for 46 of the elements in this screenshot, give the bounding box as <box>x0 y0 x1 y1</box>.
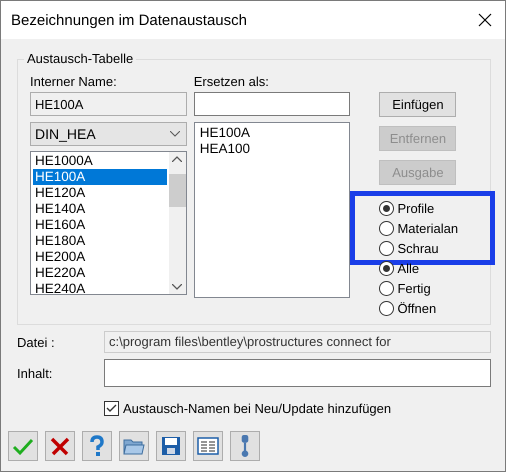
field-label: Ersetzen als: <box>194 74 270 91</box>
radio-option[interactable]: Profile <box>379 198 478 218</box>
toolbar-button[interactable] <box>230 431 260 461</box>
content-field[interactable] <box>104 359 491 387</box>
action-button[interactable]: Einfügen <box>379 92 456 117</box>
list-item[interactable]: HE100A <box>198 125 346 141</box>
field-label: Datei : <box>17 334 56 350</box>
close-icon[interactable] <box>477 12 493 28</box>
cross-icon <box>49 435 71 457</box>
list-item[interactable]: HE200A <box>33 249 167 265</box>
field-label: Interner Name: <box>30 74 118 91</box>
scrollbar[interactable] <box>168 152 186 294</box>
add-names-checkbox[interactable]: Austausch-Namen bei Neu/Update hinzufügen <box>104 401 491 416</box>
list-item[interactable]: HE1000A <box>33 153 167 169</box>
list-item[interactable]: HEA100 <box>198 141 346 157</box>
list-item[interactable]: HE180A <box>33 233 167 249</box>
radio-option[interactable]: Öffnen <box>379 298 478 318</box>
pin-icon <box>241 435 249 457</box>
scroll-up-icon[interactable] <box>172 156 182 162</box>
radio-option[interactable]: Alle <box>379 258 478 278</box>
toolbar-button[interactable] <box>156 431 186 461</box>
list-icon <box>197 435 219 457</box>
group-title: Austausch-Tabelle <box>24 51 136 66</box>
list-item[interactable]: HE100A <box>33 169 167 185</box>
replace-as-field[interactable] <box>194 92 350 116</box>
list-item[interactable]: HE240A <box>33 281 167 294</box>
toolbar-button[interactable] <box>193 431 223 461</box>
list-item[interactable]: HE140A <box>33 201 167 217</box>
field-label: Inhalt: <box>17 366 54 380</box>
radio-option[interactable]: Materialan <box>379 218 478 238</box>
radio-option[interactable]: Schrau <box>379 238 478 258</box>
toolbar-button[interactable] <box>45 431 75 461</box>
internal-name-field[interactable]: HE100A <box>30 92 187 116</box>
toolbar-button[interactable] <box>119 431 149 461</box>
caret-icon <box>170 131 180 137</box>
profile-table-dropdown[interactable]: DIN_HEA <box>30 122 187 146</box>
scroll-down-icon[interactable] <box>172 284 182 290</box>
window-title: Bezeichnungen im Datenaustausch <box>11 12 247 28</box>
list-item[interactable]: HE220A <box>33 265 167 281</box>
list-item[interactable]: HE160A <box>33 217 167 233</box>
scrollbar-thumb[interactable] <box>168 174 186 207</box>
radio-option[interactable]: Fertig <box>379 278 478 298</box>
toolbar-button[interactable] <box>82 431 112 461</box>
save-icon <box>160 435 182 457</box>
file-path-field: c:\program files\bentley\prostructures connect for <box>104 331 491 353</box>
list-item[interactable]: HE120A <box>33 185 167 201</box>
